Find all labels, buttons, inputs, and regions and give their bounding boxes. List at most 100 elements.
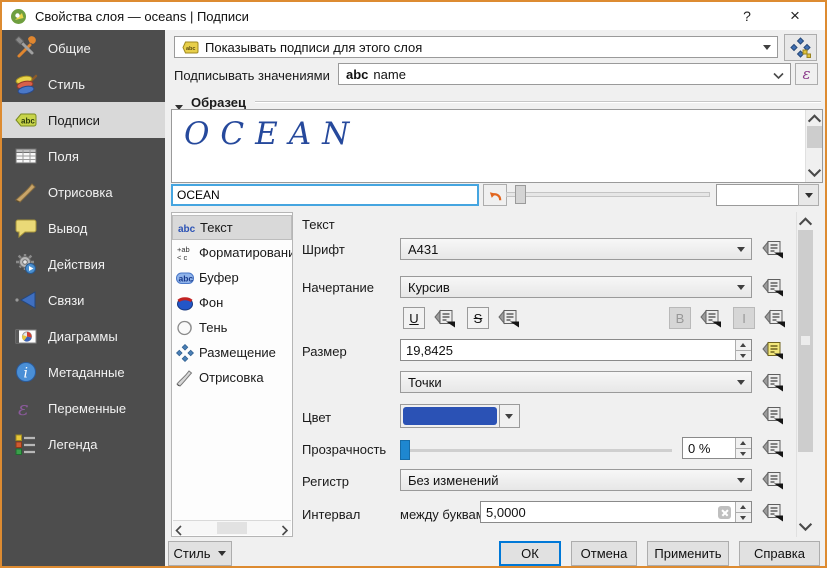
settings-scrollbar[interactable] [796, 212, 813, 537]
spin-arrows[interactable] [735, 340, 751, 360]
tabs-horizontal-scrollbar[interactable] [173, 520, 291, 535]
sidebar-item-legend[interactable]: Легенда [2, 426, 165, 462]
spin-arrows[interactable] [735, 502, 751, 522]
spacing-label: Интервал [302, 507, 360, 522]
italic-button[interactable]: I [733, 307, 755, 329]
scroll-left-icon[interactable] [175, 524, 183, 537]
sidebar-item-variables[interactable]: ε Переменные [2, 390, 165, 426]
sidebar-item-metadata[interactable]: i Метаданные [2, 354, 165, 390]
scroll-down-icon[interactable] [806, 165, 823, 181]
reset-sample-button[interactable] [483, 184, 507, 206]
override-spacing-button[interactable] [759, 500, 787, 524]
epsilon-icon: ε [14, 396, 38, 420]
sidebar-item-style[interactable]: Стиль [2, 66, 165, 102]
tab-text[interactable]: abc Текст [172, 215, 292, 240]
sidebar-item-fields[interactable]: Поля [2, 138, 165, 174]
label-value-combobox[interactable]: abc name [338, 63, 791, 85]
sidebar-item-actions[interactable]: Действия [2, 246, 165, 282]
data-defined-override-icon [761, 502, 785, 522]
override-case-button[interactable] [759, 468, 787, 492]
automated-placement-button[interactable] [784, 34, 817, 61]
size-spinbox[interactable] [400, 339, 752, 361]
preview-size-slider[interactable] [506, 192, 710, 197]
tab-background[interactable]: Фон [172, 290, 292, 315]
sidebar-item-diagrams[interactable]: Диаграммы [2, 318, 165, 354]
chevron-down-icon [737, 478, 745, 483]
override-size-button-active[interactable] [759, 338, 787, 362]
label-settings-tabs: abc Текст +ab < c Форматирование abc Буф… [171, 212, 293, 537]
sample-group-title: Образец [191, 95, 246, 110]
scrollbar-thumb[interactable] [807, 126, 822, 148]
override-strikeout-button[interactable] [495, 306, 523, 330]
sidebar-item-rendering[interactable]: Отрисовка [2, 174, 165, 210]
font-combobox[interactable]: A431 [400, 238, 752, 260]
scroll-up-icon[interactable] [806, 111, 823, 127]
data-defined-override-icon [761, 470, 785, 490]
font-color-button[interactable] [400, 404, 520, 428]
override-color-button[interactable] [759, 403, 787, 427]
cancel-button[interactable]: Отмена [571, 541, 637, 566]
data-defined-override-icon [761, 372, 785, 392]
help-titlebar-button[interactable]: ? [727, 2, 767, 30]
scroll-up-icon[interactable] [797, 214, 814, 230]
override-style-button[interactable] [759, 275, 787, 299]
svg-text:abc: abc [178, 224, 195, 235]
clear-value-icon[interactable] [718, 506, 731, 519]
tab-formatting[interactable]: +ab < c Форматирование [172, 240, 292, 265]
group-divider [255, 101, 821, 103]
override-font-button[interactable] [759, 237, 787, 261]
tab-rendering[interactable]: Отрисовка [172, 365, 292, 390]
scrollbar-thumb[interactable] [217, 522, 247, 534]
font-style-combobox[interactable]: Курсив [400, 276, 752, 298]
preview-font-size-combobox[interactable] [716, 184, 799, 206]
diagram-icon [14, 324, 38, 348]
style-brush-icon [14, 72, 38, 96]
sidebar-item-label: Легенда [48, 437, 97, 452]
override-opacity-button[interactable] [759, 436, 787, 460]
override-units-button[interactable] [759, 370, 787, 394]
preview-scrollbar[interactable] [805, 110, 822, 182]
sidebar-item-general[interactable]: Общие [2, 30, 165, 66]
svg-text:ε: ε [18, 396, 29, 420]
text-abc-icon: abc [177, 219, 195, 237]
opacity-spinbox[interactable] [682, 437, 752, 459]
tab-placement[interactable]: Размещение [172, 340, 292, 365]
override-underline-button[interactable] [431, 306, 459, 330]
sample-text-input[interactable] [171, 184, 479, 206]
scroll-right-icon[interactable] [281, 524, 289, 537]
join-arrow-icon [14, 288, 38, 312]
sidebar-item-joins[interactable]: Связи [2, 282, 165, 318]
type-case-combobox[interactable]: Без изменений [400, 469, 752, 491]
chevron-down-icon[interactable] [499, 405, 519, 427]
scroll-down-icon[interactable] [797, 519, 814, 535]
rendering-brush-icon [176, 369, 194, 387]
letter-spacing-sublabel: между буквами [400, 507, 492, 522]
sidebar-item-display[interactable]: Вывод [2, 210, 165, 246]
close-button[interactable]: × [775, 2, 815, 30]
override-italic-button[interactable] [761, 306, 789, 330]
scrollbar-thumb[interactable] [798, 230, 813, 452]
size-units-combobox[interactable]: Точки [400, 371, 752, 393]
tab-shadow[interactable]: Тень [172, 315, 292, 340]
style-menu-button[interactable]: Стиль [168, 541, 232, 566]
label-mode-combobox[interactable]: abc Показывать подписи для этого слоя [174, 36, 778, 58]
apply-button[interactable]: Применить [647, 541, 729, 566]
preview-size-dropdown-button[interactable] [798, 184, 819, 206]
override-bold-button[interactable] [697, 306, 725, 330]
sidebar-item-label: Поля [48, 149, 79, 164]
help-button[interactable]: Справка [739, 541, 820, 566]
underline-button[interactable]: U [403, 307, 425, 329]
tab-buffer[interactable]: abc Буфер [172, 265, 292, 290]
ok-button[interactable]: ОК [499, 541, 561, 566]
slider-handle[interactable] [515, 185, 526, 204]
strikeout-button[interactable]: S [467, 307, 489, 329]
data-defined-override-icon [761, 405, 785, 425]
opacity-slider[interactable] [400, 449, 672, 452]
bold-button[interactable]: B [669, 307, 691, 329]
letter-spacing-spinbox[interactable] [480, 501, 752, 523]
svg-text:abc: abc [21, 117, 35, 126]
opacity-slider-handle[interactable] [400, 440, 410, 460]
sidebar-item-labels[interactable]: abc Подписи [2, 102, 165, 138]
expression-button[interactable]: ε [795, 63, 818, 85]
spin-arrows[interactable] [735, 438, 751, 458]
